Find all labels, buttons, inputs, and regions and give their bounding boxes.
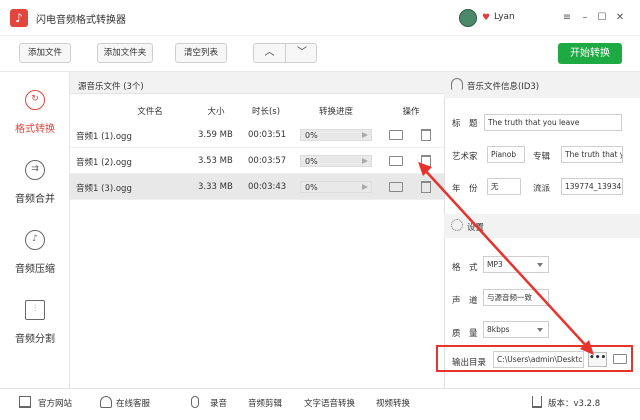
file-name: 音频1 (1).ogg xyxy=(76,132,132,142)
title-label: 标 题 xyxy=(452,119,478,129)
open-folder-icon[interactable] xyxy=(389,156,403,166)
sidebar-item-label: 音频合并 xyxy=(15,194,55,205)
album-field[interactable]: The truth that y xyxy=(561,146,623,163)
add-folder-button[interactable]: 添加文件夹 xyxy=(97,43,153,63)
output-dir-highlight xyxy=(436,345,633,372)
settings-heading: 设置 xyxy=(467,223,485,233)
column-header-progress: 转换进度 xyxy=(318,107,353,117)
compress-icon: ♪ xyxy=(25,230,45,250)
file-duration: 00:03:43 xyxy=(248,182,287,192)
move-down-button[interactable]: ﹀ xyxy=(286,44,318,62)
file-size: 3.53 MB xyxy=(198,156,233,166)
service-icon xyxy=(100,396,112,408)
minimize-button[interactable]: – xyxy=(577,10,593,26)
delete-icon[interactable] xyxy=(421,129,431,141)
move-buttons: ︿ ﹀ xyxy=(253,43,317,63)
delete-icon[interactable] xyxy=(421,181,431,193)
username[interactable]: Lyan xyxy=(494,12,515,22)
sidebar-item-label: 格式转换 xyxy=(15,124,55,135)
file-duration: 00:03:57 xyxy=(248,156,287,166)
file-duration: 00:03:51 xyxy=(248,130,287,140)
maximize-button[interactable]: ☐ xyxy=(594,10,610,26)
microphone-icon xyxy=(191,396,199,408)
menu-icon[interactable]: ≡ xyxy=(559,10,575,26)
artist-field[interactable]: Pianob xyxy=(487,146,525,163)
tts-link[interactable]: 文字语音转换 xyxy=(304,397,355,409)
download-icon xyxy=(532,396,542,408)
file-list-title: 源音乐文件 (3个) xyxy=(78,82,144,92)
sidebar-item-format-convert[interactable]: ↻ 格式转换 xyxy=(0,80,70,148)
progress-text: 0% xyxy=(305,183,318,192)
channel-select[interactable]: 与源音频一致 xyxy=(483,289,549,306)
progress-bar: 0% xyxy=(300,129,372,141)
open-folder-icon[interactable] xyxy=(389,182,403,192)
file-name: 音频1 (2).ogg xyxy=(76,158,132,168)
online-service-link[interactable]: 在线客服 xyxy=(116,397,150,409)
refresh-icon: ↻ xyxy=(25,90,45,110)
toolbar xyxy=(0,36,640,72)
table-row[interactable]: 音频1 (2).ogg 3.53 MB 00:03:57 0% xyxy=(70,148,444,174)
start-convert-button[interactable]: 开始转换 xyxy=(558,43,622,64)
app-logo-icon: ♪ xyxy=(10,9,28,27)
open-folder-icon[interactable] xyxy=(389,130,403,140)
quality-select[interactable]: 8kbps xyxy=(483,321,549,338)
column-header-actions: 操作 xyxy=(402,107,420,117)
column-header-duration: 时长(s) xyxy=(251,107,281,117)
clear-list-button[interactable]: 清空列表 xyxy=(175,43,227,63)
table-row[interactable]: 音频1 (1).ogg 3.59 MB 00:03:51 0% xyxy=(70,122,444,148)
sidebar-item-audio-merge[interactable]: ⇉ 音频合并 xyxy=(0,150,70,218)
channel-label: 声 道 xyxy=(452,296,478,306)
split-icon: ⫶ xyxy=(25,300,45,320)
progress-text: 0% xyxy=(305,157,318,166)
record-link[interactable]: 录音 xyxy=(210,397,227,409)
add-file-button[interactable]: 添加文件 xyxy=(19,43,71,63)
merge-icon: ⇉ xyxy=(25,160,45,180)
format-label: 格 式 xyxy=(452,263,478,273)
file-size: 3.33 MB xyxy=(198,182,233,192)
column-header-size: 大小 xyxy=(207,107,225,117)
sidebar-item-audio-compress[interactable]: ♪ 音频压缩 xyxy=(0,220,70,288)
file-size: 3.59 MB xyxy=(198,130,233,140)
table-row[interactable]: 音频1 (3).ogg 3.33 MB 00:03:43 0% xyxy=(70,174,444,200)
move-up-button[interactable]: ︿ xyxy=(254,44,286,62)
headphones-icon xyxy=(451,78,463,90)
vip-badge-icon: ♥ xyxy=(482,13,491,23)
sidebar-item-label: 音频分割 xyxy=(15,334,55,345)
genre-field[interactable]: 139774_13934 xyxy=(561,178,623,195)
play-icon xyxy=(362,132,368,138)
artist-label: 艺术家 xyxy=(452,152,478,162)
gear-icon xyxy=(451,219,463,231)
audio-edit-link[interactable]: 音频剪辑 xyxy=(248,397,282,409)
column-header-name: 文件名 xyxy=(137,107,163,117)
video-convert-link[interactable]: 视频转换 xyxy=(376,397,410,409)
sidebar-item-audio-split[interactable]: ⫶ 音频分割 xyxy=(0,290,70,358)
app-title: 闪电音频格式转换器 xyxy=(36,15,126,26)
progress-bar: 0% xyxy=(300,155,372,167)
sidebar-item-label: 音频压缩 xyxy=(15,264,55,275)
quality-label: 质 量 xyxy=(452,329,478,339)
delete-icon[interactable] xyxy=(421,155,431,167)
file-name: 音频1 (3).ogg xyxy=(76,184,132,194)
year-field[interactable]: 无 xyxy=(487,178,521,195)
play-icon xyxy=(362,158,368,164)
album-label: 专辑 xyxy=(533,152,551,162)
monitor-icon xyxy=(19,396,31,408)
official-site-link[interactable]: 官方网站 xyxy=(38,397,72,409)
play-icon xyxy=(362,184,368,190)
close-button[interactable]: ✕ xyxy=(612,10,628,26)
progress-bar: 0% xyxy=(300,181,372,193)
avatar[interactable] xyxy=(459,9,477,27)
title-field[interactable]: The truth that you leave xyxy=(484,114,622,131)
format-select[interactable]: MP3 xyxy=(483,256,549,273)
genre-label: 流派 xyxy=(533,184,551,194)
version-text: 版本：v3.2.8 xyxy=(548,399,601,409)
progress-text: 0% xyxy=(305,131,318,140)
year-label: 年 份 xyxy=(452,184,478,194)
id3-heading: 音乐文件信息(ID3) xyxy=(467,82,540,92)
